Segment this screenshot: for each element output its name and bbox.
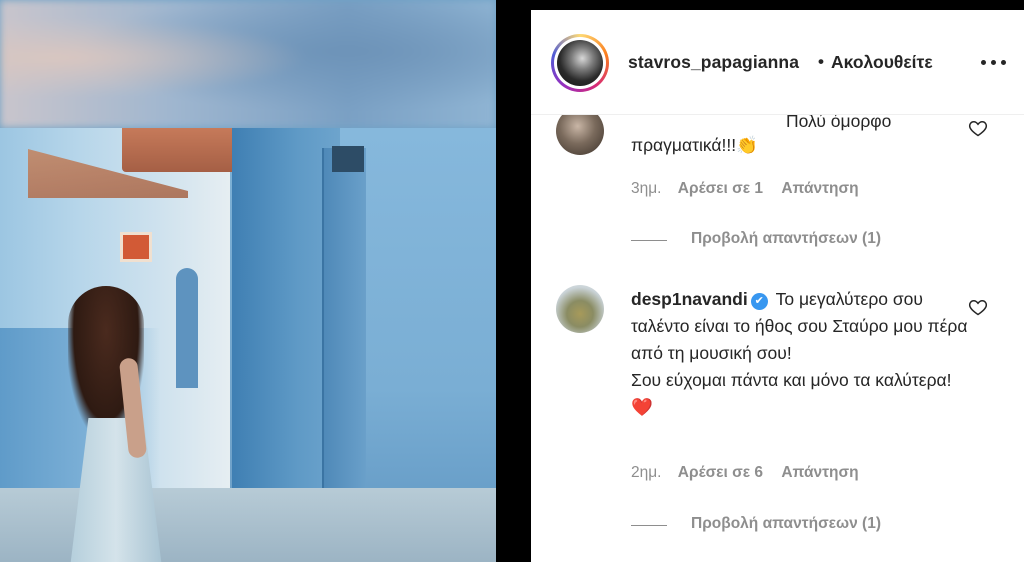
- comment-text-continued: πραγματικά!!!👏: [631, 132, 758, 159]
- more-dot: [981, 60, 986, 65]
- heart-icon[interactable]: [968, 118, 988, 138]
- photo-roof-tiles: [122, 128, 242, 172]
- post-author-username[interactable]: stavros_papagianna: [628, 52, 818, 73]
- comment-text-line2: πραγματικά!!!: [631, 135, 737, 155]
- comment-likes[interactable]: Αρέσει σε 6: [678, 464, 763, 481]
- comment-username[interactable]: desp1navandi: [631, 289, 748, 309]
- view-replies-button[interactable]: Προβολή απαντήσεων (1): [691, 230, 881, 248]
- photo-sign: [120, 232, 152, 262]
- more-dot: [1001, 60, 1006, 65]
- comments-panel: Πολύ όμορφο πραγματικά!!!👏 3ημ. Αρέσει σ…: [531, 10, 1024, 562]
- blurred-top-region: [0, 0, 496, 128]
- profile-avatar[interactable]: [551, 34, 609, 92]
- reply-button[interactable]: Απάντηση: [781, 464, 858, 481]
- red-heart-icon: ❤️: [631, 397, 653, 417]
- post-media[interactable]: [0, 0, 496, 562]
- comment-time[interactable]: 3ημ.: [631, 180, 661, 197]
- more-dot: [991, 60, 996, 65]
- view-replies-button[interactable]: Προβολή απαντήσεων (1): [691, 515, 881, 533]
- comment-likes[interactable]: Αρέσει σε 1: [678, 180, 763, 197]
- post-header: stavros_papagianna • Ακολουθείτε: [531, 10, 1024, 115]
- following-button[interactable]: Ακολουθείτε: [831, 52, 933, 73]
- clapping-hands-icon: 👏: [736, 135, 758, 155]
- comment-text-line2: Σου εύχομαι πάντα και μόνο τα καλύτερα!: [631, 370, 952, 390]
- comment-meta: 2ημ. Αρέσει σε 6 Απάντηση: [631, 464, 859, 482]
- comment-meta: 3ημ. Αρέσει σε 1 Απάντηση: [631, 180, 859, 198]
- photo-window: [332, 146, 364, 172]
- photo-arch: [176, 268, 198, 388]
- verified-badge-icon: ✔: [750, 293, 768, 310]
- reply-button[interactable]: Απάντηση: [781, 180, 858, 197]
- view-replies-divider: [631, 240, 667, 241]
- commenter-avatar[interactable]: [556, 285, 604, 333]
- post-photo: [0, 128, 496, 562]
- comment-time[interactable]: 2ημ.: [631, 464, 661, 481]
- heart-icon[interactable]: [968, 297, 988, 317]
- more-options-icon[interactable]: [977, 48, 1011, 76]
- avatar-image: [557, 40, 603, 86]
- comment-body: desp1navandi ✔ Το μεγαλύτερο σου ταλέντο …: [631, 286, 971, 421]
- view-replies-divider: [631, 525, 667, 526]
- separator-dot: •: [818, 52, 824, 71]
